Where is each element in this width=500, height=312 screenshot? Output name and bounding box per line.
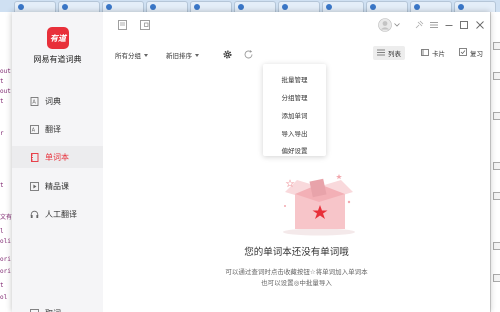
empty-state-hint: 可以通过查词时点击收藏按钮☆将单词加入单词本 xyxy=(225,268,368,276)
review-button[interactable]: 复习 xyxy=(455,46,487,60)
background-widget xyxy=(493,42,500,50)
gear-icon[interactable] xyxy=(222,49,233,60)
svg-text:A: A xyxy=(32,99,36,105)
sidebar-item-word-capture[interactable]: 取词 xyxy=(12,302,103,312)
group-filter-label: 所有分组 xyxy=(115,52,141,60)
play-icon xyxy=(30,181,39,191)
card-view-label: 卡片 xyxy=(432,50,445,58)
review-label: 复习 xyxy=(470,50,483,58)
sort-order-dropdown[interactable]: 新旧排序 xyxy=(166,50,199,60)
sidebar-item-label: 翻译 xyxy=(45,124,61,134)
pin-icon[interactable] xyxy=(414,20,424,30)
sidebar: 有道 网易有道词典 A 词典 A 翻译 单词本 精品课 人工翻译 xyxy=(12,12,103,312)
empty-box-illustration xyxy=(283,174,355,236)
list-view-label: 列表 xyxy=(388,50,401,58)
background-widget xyxy=(493,72,500,80)
background-widget xyxy=(493,112,500,120)
background-widget xyxy=(493,162,500,170)
sidebar-item-wordbook[interactable]: 单词本 xyxy=(12,146,103,168)
code-fragment: t xyxy=(0,282,4,289)
code-fragment: ori xyxy=(0,268,11,275)
background-widget xyxy=(493,192,500,200)
avatar[interactable] xyxy=(378,18,392,32)
code-fragment: out xyxy=(0,88,11,95)
sidebar-item-label: 词典 xyxy=(45,96,61,106)
minimize-icon[interactable] xyxy=(444,20,454,30)
wordbook-icon xyxy=(30,152,39,162)
sidebar-item-human-translation[interactable]: 人工翻译 xyxy=(12,203,103,225)
menu-item-group-manage[interactable]: 分组管理 xyxy=(263,92,326,102)
wordbook-main: 所有分组 新旧排序 列表 卡片 复习 批量管理 分组管理 添加单词 导入导出 偏… xyxy=(103,12,490,312)
code-fragment: t xyxy=(0,78,4,85)
code-fragment: ol xyxy=(0,294,8,301)
sidebar-item-translate[interactable]: A 翻译 xyxy=(12,118,103,140)
list-icon xyxy=(377,49,385,58)
sidebar-item-label: 单词本 xyxy=(45,152,69,162)
list-view-button[interactable]: 列表 xyxy=(373,46,405,60)
caret-down-icon xyxy=(195,53,199,57)
code-fragment: oli xyxy=(0,238,11,245)
review-icon xyxy=(459,48,467,58)
app-logo: 有道 xyxy=(47,27,69,49)
capture-icon xyxy=(30,308,39,312)
code-fragment: t xyxy=(0,98,4,105)
svg-text:A: A xyxy=(32,127,36,133)
maximize-icon[interactable] xyxy=(459,20,469,30)
sort-order-label: 新旧排序 xyxy=(166,52,192,60)
youdao-dictionary-window: 有道 网易有道词典 A 词典 A 翻译 单词本 精品课 人工翻译 所有分组 新旧… xyxy=(12,12,490,312)
group-filter-dropdown[interactable]: 所有分组 xyxy=(115,50,148,60)
background-right-panel xyxy=(490,12,500,312)
background-widget xyxy=(493,274,500,282)
code-fragment: 文有 xyxy=(0,214,13,221)
code-fragment: out xyxy=(0,68,11,75)
refresh-icon[interactable] xyxy=(243,49,254,60)
chevron-down-icon[interactable] xyxy=(394,23,400,27)
screenshot-icon[interactable] xyxy=(140,20,150,30)
menu-icon[interactable] xyxy=(429,20,439,30)
sidebar-item-courses[interactable]: 精品课 xyxy=(12,175,103,197)
sidebar-item-label: 取词 xyxy=(45,308,61,312)
sidebar-item-label: 人工翻译 xyxy=(45,209,77,219)
menu-item-batch-manage[interactable]: 批量管理 xyxy=(263,74,326,84)
headset-icon xyxy=(30,210,39,219)
sidebar-item-label: 精品课 xyxy=(45,181,69,191)
settings-menu: 批量管理 分组管理 添加单词 导入导出 偏好设置 xyxy=(263,64,326,156)
sidebar-item-dictionary[interactable]: A 词典 xyxy=(12,90,103,112)
notes-icon[interactable] xyxy=(117,20,127,30)
close-icon[interactable] xyxy=(475,20,485,30)
code-fragment: l xyxy=(0,228,4,235)
background-widget xyxy=(493,242,500,250)
empty-state-title: 您的单词本还没有单词哦 xyxy=(244,247,349,258)
translate-icon: A xyxy=(30,124,39,134)
menu-item-add-word[interactable]: 添加单词 xyxy=(263,110,326,120)
code-fragment: ori xyxy=(0,256,11,263)
code-fragment: r xyxy=(0,130,4,137)
menu-item-import-export[interactable]: 导入导出 xyxy=(263,128,326,138)
book-icon: A xyxy=(30,96,39,106)
empty-state-hint: 也可以设置◎中批量导入 xyxy=(261,279,332,287)
menu-item-preferences[interactable]: 偏好设置 xyxy=(263,145,326,155)
card-view-button[interactable]: 卡片 xyxy=(417,46,449,60)
caret-down-icon xyxy=(144,53,148,57)
code-fragment: t xyxy=(0,182,4,189)
card-icon xyxy=(421,48,429,58)
app-name: 网易有道词典 xyxy=(33,55,82,64)
